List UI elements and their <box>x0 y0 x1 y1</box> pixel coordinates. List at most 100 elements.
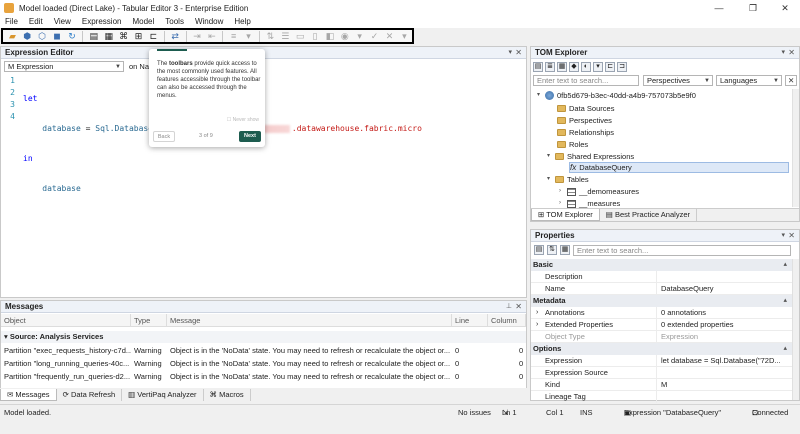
chevron-right-icon[interactable]: › <box>536 307 538 319</box>
pin-icon[interactable]: ▾ <box>781 230 785 242</box>
close-icon[interactable]: ✕ <box>788 230 795 242</box>
pin-list-icon[interactable]: ⊐ <box>617 61 627 72</box>
group-row[interactable]: ▾ Source: Analysis Services <box>1 331 526 343</box>
close-icon[interactable]: ✕ <box>788 47 795 59</box>
tab-tom-explorer[interactable]: ⊞ TOM Explorer <box>531 209 600 221</box>
deploy-icon[interactable]: ⬡ <box>37 31 48 42</box>
tab-macros[interactable]: ⌘ Macros <box>204 388 251 401</box>
script-icon[interactable]: ⌘ <box>118 31 129 42</box>
category-metadata[interactable]: Metadata ▴ <box>531 295 799 307</box>
menu-tools[interactable]: Tools <box>160 16 190 28</box>
tab-vertipaq-analyzer[interactable]: ▥ VertiPaq Analyzer <box>122 388 204 401</box>
property-row-annotations[interactable]: › Annotations 0 annotations <box>531 307 799 319</box>
table-row[interactable]: Partition "exec_requests_history-c7d... … <box>1 344 526 357</box>
menu-window[interactable]: Window <box>190 16 229 28</box>
cube-icon[interactable]: ◆ <box>569 61 579 72</box>
property-row-description[interactable]: Description <box>531 271 799 283</box>
sort-icon[interactable]: ⇅ <box>265 31 276 42</box>
tom-search-input[interactable]: Enter text to search... <box>533 75 639 86</box>
tree-item-shared-expressions[interactable]: ▾ Shared Expressions <box>547 151 634 162</box>
window-icon[interactable]: ⊞ <box>133 31 144 42</box>
menu-file[interactable]: File <box>0 16 24 28</box>
tom-scrollbar[interactable] <box>792 89 799 207</box>
list-icon[interactable]: ☰ <box>280 31 291 42</box>
grid-icon[interactable]: ▦ <box>103 31 114 42</box>
minimize-button[interactable]: — <box>704 0 734 16</box>
bracket-icon[interactable]: ⊏ <box>605 61 615 72</box>
pin-icon[interactable]: ▾ <box>508 47 512 59</box>
tree-item-roles[interactable]: Roles <box>557 139 588 150</box>
dropdown-icon[interactable]: ▾ <box>399 31 410 42</box>
chevron-right-icon[interactable]: › <box>536 319 538 331</box>
tree-model-root[interactable]: ▾ 0fb5d679-b3ec-40dd-a4b9-757073b5e9f0 <box>537 90 696 101</box>
refresh-icon[interactable]: ↻ <box>67 31 78 42</box>
tree-item-data-sources[interactable]: Data Sources <box>557 103 614 114</box>
property-pages-icon[interactable]: ▦ <box>560 245 570 255</box>
comment-icon[interactable]: ▭ <box>295 31 306 42</box>
menu-view[interactable]: View <box>49 16 77 28</box>
restore-button[interactable]: ❐ <box>738 0 768 16</box>
indent-icon[interactable]: ⇥ <box>192 31 203 42</box>
tab-messages[interactable]: ✉ Messages <box>0 388 57 401</box>
property-value[interactable]: M <box>661 379 797 391</box>
property-value[interactable]: 0 annotations <box>661 307 797 319</box>
property-value[interactable]: DatabaseQuery <box>661 283 797 295</box>
property-row-extended-properties[interactable]: › Extended Properties 0 extended propertie… <box>531 319 799 331</box>
property-row-expression-source[interactable]: Expression Source <box>531 367 799 379</box>
sort-alpha-icon[interactable]: ⇅ <box>547 245 557 255</box>
menu-edit[interactable]: Edit <box>24 16 49 28</box>
cancel-icon[interactable]: ✕ <box>384 31 395 42</box>
close-icon[interactable]: ✕ <box>515 301 522 313</box>
menu-help[interactable]: Help <box>229 16 256 28</box>
tab-data-refresh[interactable]: ⟳ Data Refresh <box>57 388 123 401</box>
property-value[interactable]: 0 extended properties <box>661 319 797 331</box>
column-header-line[interactable]: Line <box>452 314 488 327</box>
menu-model[interactable]: Model <box>127 16 160 28</box>
perspectives-select[interactable]: Perspectives ▼ <box>643 75 713 86</box>
cube-icon[interactable]: ⬢ <box>22 31 33 42</box>
back-button[interactable]: Back <box>153 131 175 142</box>
open-folder-icon[interactable]: ▰ <box>7 31 18 42</box>
status-issues[interactable]: No issues <box>458 405 491 421</box>
swap-icon[interactable]: ⇄ <box>170 31 181 42</box>
property-row-kind[interactable]: Kind M <box>531 379 799 391</box>
tree-item-tables[interactable]: ▾ Tables <box>547 174 589 185</box>
dropdown-icon[interactable]: ▾ <box>243 31 254 42</box>
category-basic[interactable]: Basic ▴ <box>531 259 799 271</box>
properties-search-input[interactable]: Enter text to search... <box>573 245 791 256</box>
column-header-type[interactable]: Type <box>131 314 167 327</box>
close-window-button[interactable]: ✕ <box>770 0 800 16</box>
dropdown-icon[interactable]: ▾ <box>354 31 365 42</box>
table-row[interactable]: Partition "long_running_queries-40c... W… <box>1 357 526 370</box>
tree-item-table[interactable]: › __demomeasures <box>559 186 639 197</box>
property-row-lineage-tag[interactable]: Lineage Tag <box>531 391 799 403</box>
never-show-checkbox[interactable]: ☐ Never show <box>227 117 259 123</box>
view-list-icon[interactable]: ▤ <box>533 61 543 72</box>
property-value[interactable]: let database = Sql.Database("72D... <box>661 355 797 367</box>
tab-best-practice-analyzer[interactable]: ▤ Best Practice Analyzer <box>600 209 697 221</box>
pin-icon[interactable]: ⊥ <box>506 301 512 313</box>
filter-icon[interactable]: ▾ <box>593 61 603 72</box>
view-tree-icon[interactable]: ≣ <box>545 61 555 72</box>
expression-mode-select[interactable]: M Expression ▼ <box>4 61 124 72</box>
column-header-message[interactable]: Message <box>167 314 452 327</box>
table-row[interactable]: Partition "frequently_run_queries-d2... … <box>1 370 526 383</box>
tree-item-perspectives[interactable]: Perspectives <box>557 115 612 126</box>
doc-icon[interactable]: ▤ <box>88 31 99 42</box>
outdent-icon[interactable]: ⇤ <box>206 31 217 42</box>
tree-item-database-query[interactable]: fx DatabaseQuery <box>569 162 789 173</box>
format-icon[interactable]: ≡ <box>228 31 239 42</box>
property-row-name[interactable]: Name DatabaseQuery <box>531 283 799 295</box>
search-clear-icon[interactable]: ✕ <box>785 75 797 86</box>
uncomment-icon[interactable]: ▯ <box>310 31 321 42</box>
categorized-icon[interactable]: ▤ <box>534 245 544 255</box>
next-button[interactable]: Next <box>239 131 261 142</box>
hidden-icon[interactable]: ◐ <box>581 61 591 72</box>
bulb-icon[interactable]: ◉ <box>339 31 350 42</box>
column-header-column[interactable]: Column <box>488 314 526 327</box>
languages-select[interactable]: Languages ▼ <box>716 75 782 86</box>
bookmark-icon[interactable]: ◧ <box>324 31 335 42</box>
property-row-expression[interactable]: Expression let database = Sql.Database("7… <box>531 355 799 367</box>
properties-scrollbar[interactable] <box>792 259 799 400</box>
check-icon[interactable]: ✓ <box>369 31 380 42</box>
